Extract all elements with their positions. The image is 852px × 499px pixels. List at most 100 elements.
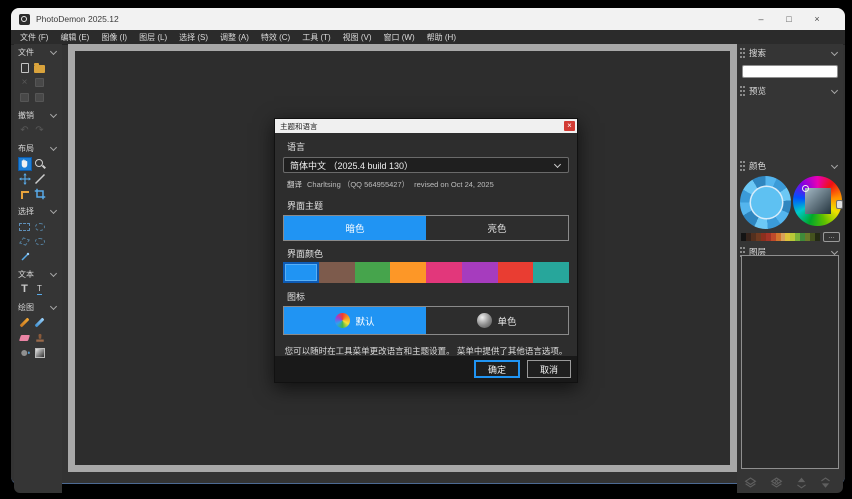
hue-handle[interactable] (836, 200, 843, 209)
menu-select[interactable]: 选择 (S) (174, 31, 213, 44)
brush-tool-button[interactable] (33, 316, 47, 330)
rect-select-button[interactable] (18, 220, 32, 234)
menu-image[interactable]: 图像 (I) (96, 31, 132, 44)
menu-tools[interactable]: 工具 (T) (297, 31, 335, 44)
toolbox-section-select[interactable]: 选择 (14, 203, 62, 219)
menu-window[interactable]: 窗口 (W) (379, 31, 420, 44)
eraser-tool-button[interactable] (18, 331, 32, 345)
accent-swatch-purple[interactable] (462, 262, 498, 283)
polygon-select-icon (19, 237, 30, 245)
maximize-button[interactable]: □ (783, 14, 795, 24)
ok-button[interactable]: 确定 (474, 360, 520, 378)
close-icon: × (22, 78, 28, 88)
menu-help[interactable]: 帮助 (H) (422, 31, 461, 44)
magic-wand-button[interactable] (18, 250, 32, 264)
measure-tool-button[interactable] (33, 172, 47, 186)
left-toolbox: 文件 × 撤销 ↶ ↷ 布局 (14, 44, 62, 493)
move-arrows-icon (19, 173, 31, 185)
theme-label: 界面主题 (287, 199, 577, 212)
window-titlebar[interactable]: PhotoDemon 2025.12 – □ × (11, 8, 845, 30)
delete-layer-button[interactable] (769, 476, 784, 489)
menu-layer[interactable]: 图层 (L) (134, 31, 172, 44)
accent-swatch-pink[interactable] (426, 262, 462, 283)
desktop: PhotoDemon 2025.12 – □ × 文件 (F) 编辑 (E) 图… (0, 0, 852, 499)
search-panel-header[interactable]: 搜索 (737, 44, 843, 61)
palette-more-button[interactable]: … (823, 232, 840, 242)
accent-swatch-red[interactable] (498, 262, 534, 283)
fill-tool-button[interactable] (18, 346, 32, 360)
undo-button[interactable]: ↶ (18, 124, 32, 138)
close-image-button[interactable]: × (18, 76, 32, 90)
color-harmony-wheel[interactable] (740, 176, 791, 229)
redo-button[interactable]: ↷ (33, 124, 47, 138)
menu-file[interactable]: 文件 (F) (15, 31, 53, 44)
dialog-titlebar[interactable]: 主题和语言 × (275, 119, 577, 133)
color-panel-header[interactable]: 颜色 (737, 157, 843, 174)
accent-swatch-orange[interactable] (390, 262, 426, 283)
advanced-text-tool-button[interactable]: T (33, 283, 47, 297)
clone-stamp-button[interactable] (33, 331, 47, 345)
close-button[interactable]: × (811, 14, 823, 24)
chevron-down-icon (50, 303, 57, 310)
save-as-button[interactable] (18, 91, 32, 105)
chevron-down-icon (831, 161, 838, 168)
dialog-footer: 确定 取消 (275, 356, 577, 382)
toolbox-section-layout[interactable]: 布局 (14, 140, 62, 156)
lasso-select-button[interactable] (33, 235, 47, 249)
search-input[interactable] (742, 65, 838, 78)
move-layer-up-button[interactable] (795, 476, 808, 489)
theme-toggle: 暗色 亮色 (283, 215, 569, 241)
menu-effects[interactable]: 特效 (C) (256, 31, 295, 44)
cancel-button[interactable]: 取消 (527, 360, 571, 378)
pencil-tool-button[interactable] (18, 316, 32, 330)
add-layer-button[interactable] (743, 476, 758, 489)
icons-default-button[interactable]: 默认 (284, 307, 426, 334)
saturation-square[interactable] (805, 188, 831, 214)
lasso-icon (35, 238, 45, 245)
layer-down-icon (819, 476, 832, 489)
accent-swatch-blue[interactable] (283, 262, 319, 283)
theme-dark-button[interactable]: 暗色 (284, 216, 426, 240)
move-tool-button[interactable] (18, 172, 32, 186)
export-button[interactable] (33, 91, 47, 105)
preview-panel-header[interactable]: 预览 (737, 82, 843, 99)
toolbox-section-undo[interactable]: 撤销 (14, 107, 62, 123)
open-image-button[interactable] (33, 61, 47, 75)
zoom-tool-button[interactable] (33, 157, 47, 171)
toolbox-section-text[interactable]: 文本 (14, 266, 62, 282)
menu-adjust[interactable]: 调整 (A) (215, 31, 254, 44)
palette-swatch[interactable] (815, 233, 820, 241)
text-tool-icon: T (21, 284, 28, 295)
crop-tool-button[interactable] (33, 187, 47, 201)
chevron-down-icon (50, 270, 57, 277)
toolbox-section-file[interactable]: 文件 (14, 44, 62, 60)
icons-mono-button[interactable]: 单色 (426, 307, 568, 334)
photodemon-logo-icon (19, 14, 30, 25)
hand-tool-button[interactable] (18, 157, 32, 171)
mono-sphere-icon (477, 313, 492, 328)
dialog-close-button[interactable]: × (564, 121, 575, 131)
layer-list[interactable] (741, 255, 839, 469)
text-tool-button[interactable]: T (18, 283, 32, 297)
ellipse-select-button[interactable] (33, 220, 47, 234)
hue-wheel[interactable] (793, 176, 842, 226)
gradient-icon (35, 348, 45, 358)
accent-swatch-teal[interactable] (533, 262, 569, 283)
menu-edit[interactable]: 编辑 (E) (55, 31, 94, 44)
icons-label: 图标 (287, 290, 577, 303)
menu-view[interactable]: 视图 (V) (338, 31, 377, 44)
brush-icon (35, 318, 45, 328)
new-image-button[interactable] (18, 61, 32, 75)
chevron-down-icon (831, 48, 838, 55)
gradient-tool-button[interactable] (33, 346, 47, 360)
accent-swatch-green[interactable] (355, 262, 391, 283)
save-button[interactable] (33, 76, 47, 90)
straighten-tool-button[interactable] (18, 187, 32, 201)
theme-light-button[interactable]: 亮色 (426, 216, 568, 240)
move-layer-down-button[interactable] (819, 476, 832, 489)
polygon-select-button[interactable] (18, 235, 32, 249)
accent-swatch-brown[interactable] (319, 262, 355, 283)
minimize-button[interactable]: – (755, 14, 767, 24)
language-dropdown[interactable]: 简体中文 （2025.4 build 130） (283, 157, 569, 173)
toolbox-section-draw[interactable]: 绘图 (14, 299, 62, 315)
